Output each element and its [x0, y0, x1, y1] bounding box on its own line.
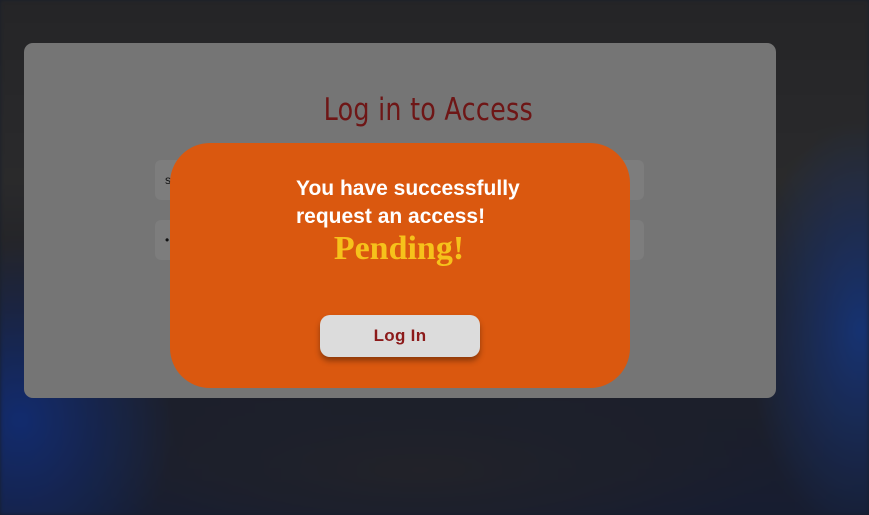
access-request-modal: You have successfully request an access!…	[170, 143, 630, 388]
log-in-button[interactable]: Log In	[320, 315, 480, 357]
success-message: You have successfully request an access!	[296, 177, 520, 228]
page-title: Log in to Access	[323, 92, 533, 128]
status-label: Pending!	[333, 230, 465, 267]
